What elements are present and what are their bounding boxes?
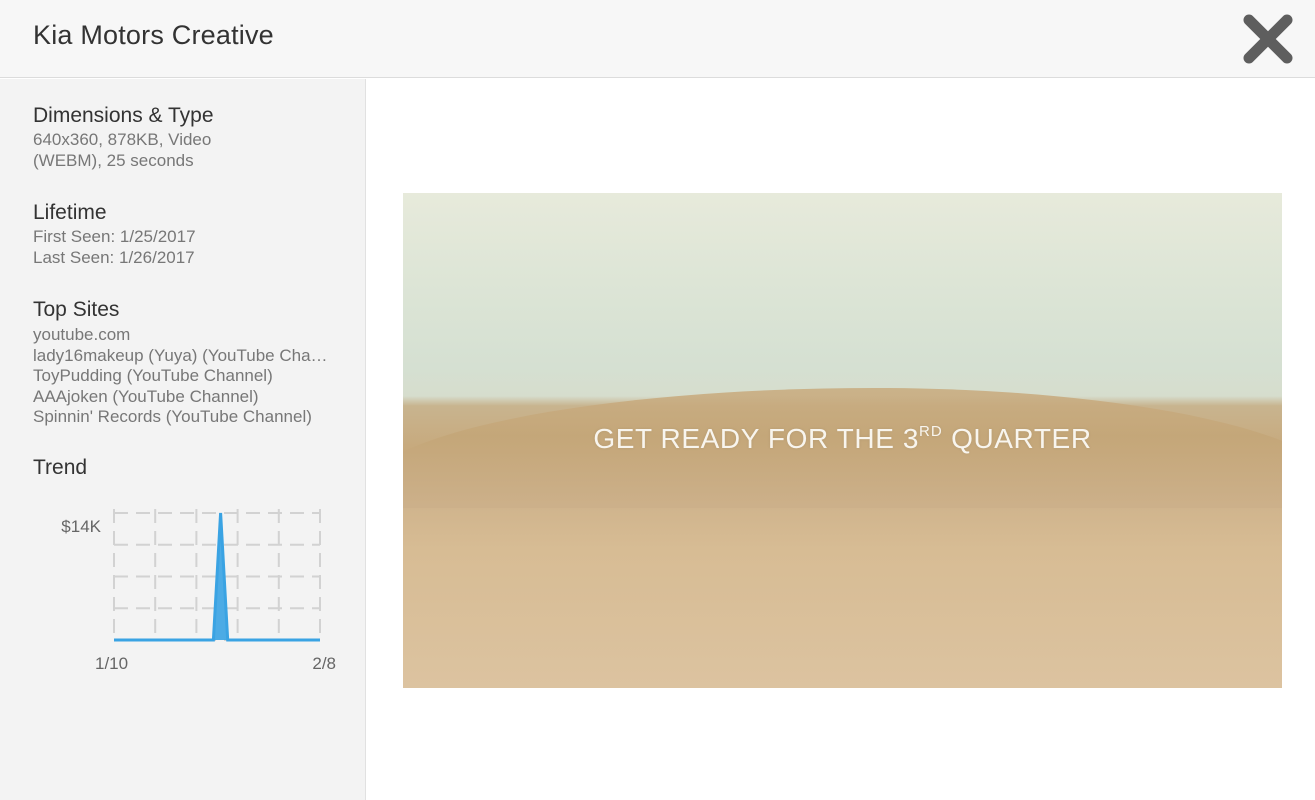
x-axis-end-label: 2/8 (312, 654, 336, 673)
trend-chart: $14K 1/10 2/8 (61, 509, 336, 673)
x-axis-start-label: 1/10 (95, 654, 128, 673)
page-title: Kia Motors Creative (33, 20, 274, 50)
y-axis-tick-label: $14K (61, 517, 101, 536)
modal-header: Kia Motors Creative (0, 0, 1315, 78)
close-icon[interactable] (1240, 12, 1296, 66)
video-caption-superscript: RD (919, 423, 943, 440)
video-caption-end: QUARTER (942, 423, 1092, 454)
video-player[interactable]: GET READY FOR THE 3RD QUARTER (403, 193, 1282, 688)
close-button[interactable] (1240, 12, 1296, 66)
video-caption: GET READY FOR THE 3RD QUARTER (403, 423, 1282, 455)
creative-preview-panel: GET READY FOR THE 3RD QUARTER (367, 79, 1315, 800)
video-caption-main: GET READY FOR THE 3 (593, 423, 920, 454)
details-sidebar: Dimensions & Type 640x360, 878KB, Video … (0, 79, 366, 800)
